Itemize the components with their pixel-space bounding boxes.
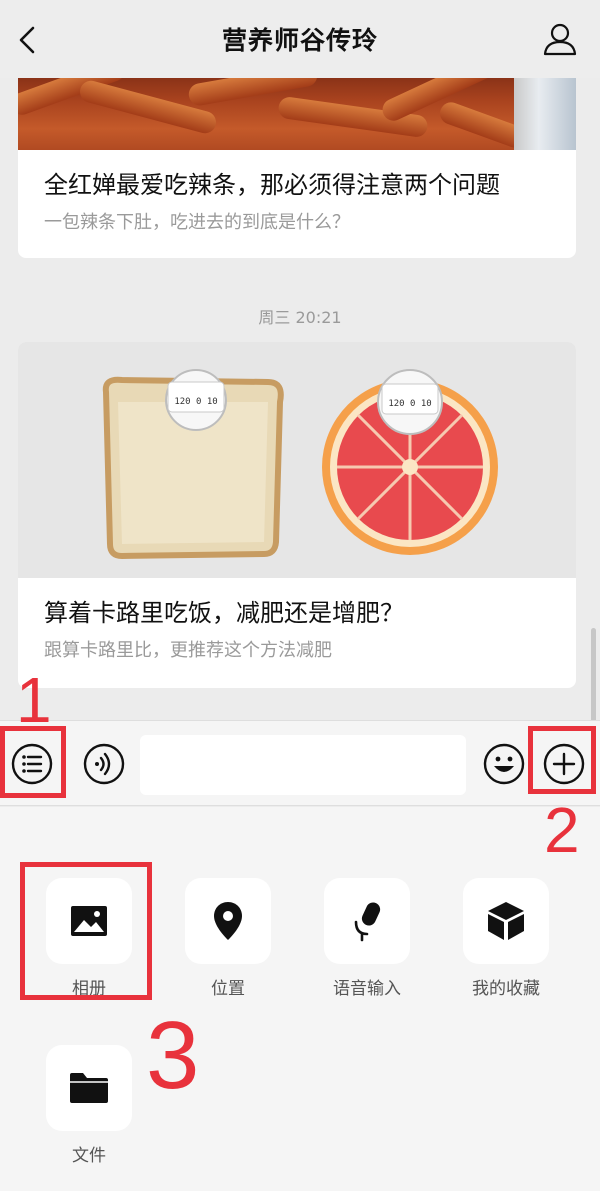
article-card[interactable]: 全红婵最爱吃辣条，那必须得注意两个问题 一包辣条下肚，吃进去的到底是什么？ [18, 78, 576, 258]
person-icon [543, 23, 577, 56]
tile-location[interactable]: 位置 [185, 878, 271, 999]
article-title: 全红婵最爱吃辣条，那必须得注意两个问题 [44, 171, 500, 199]
chat-title: 营养师谷传玲 [221, 26, 378, 55]
voice-icon [83, 743, 125, 785]
chat-header: 营养师谷传玲 [0, 0, 600, 78]
annotation-box-2 [528, 726, 596, 794]
annotation-box-1 [0, 726, 66, 798]
emoji-button[interactable] [482, 742, 526, 786]
annotation-label-1: 1 [16, 664, 52, 736]
message-timestamp: 周三 20:21 [258, 308, 342, 327]
annotation-label-3: 3 [146, 1002, 200, 1109]
tile-label: 文件 [72, 1146, 106, 1166]
tile-favorites[interactable]: 我的收藏 [463, 878, 549, 999]
article-title: 算着卡路里吃饭，减肥还是增肥？ [44, 599, 404, 627]
article-subtitle: 一包辣条下肚，吃进去的到底是什么？ [44, 212, 350, 233]
article-thumbnail [18, 78, 576, 150]
chat-scroll-area[interactable]: 全红婵最爱吃辣条，那必须得注意两个问题 一包辣条下肚，吃进去的到底是什么？ 周三… [0, 78, 600, 720]
profile-button[interactable] [542, 21, 578, 57]
tile-label: 语音输入 [333, 979, 401, 999]
tile-file[interactable]: 文件 [46, 1045, 132, 1166]
scale-label: 120 0 10 [388, 399, 431, 409]
tile-label: 位置 [211, 979, 245, 999]
scale-label: 120 0 10 [174, 397, 217, 407]
input-bar [0, 720, 600, 806]
voice-button[interactable] [82, 742, 126, 786]
annotation-box-3 [20, 862, 152, 1000]
location-pin-icon [214, 902, 242, 940]
favorites-cube-icon [488, 902, 524, 940]
back-button[interactable] [12, 22, 42, 58]
folder-icon [70, 1073, 108, 1103]
chevron-left-icon [19, 26, 35, 54]
article-subtitle: 跟算卡路里比，更推荐这个方法减肥 [44, 640, 332, 661]
tile-voice-input[interactable]: 语音输入 [324, 878, 410, 999]
tile-label: 我的收藏 [472, 979, 540, 999]
emoji-icon [483, 743, 525, 785]
annotation-label-2: 2 [544, 794, 580, 866]
article-thumbnail: 120 0 10 120 0 10 [18, 342, 576, 578]
article-card[interactable]: 120 0 10 120 0 10 算着卡路里吃饭，减肥还是增肥？ 跟算卡路里比… [18, 342, 576, 688]
scrollbar[interactable] [591, 628, 596, 720]
message-input[interactable] [140, 735, 466, 795]
microphone-icon [354, 902, 381, 942]
